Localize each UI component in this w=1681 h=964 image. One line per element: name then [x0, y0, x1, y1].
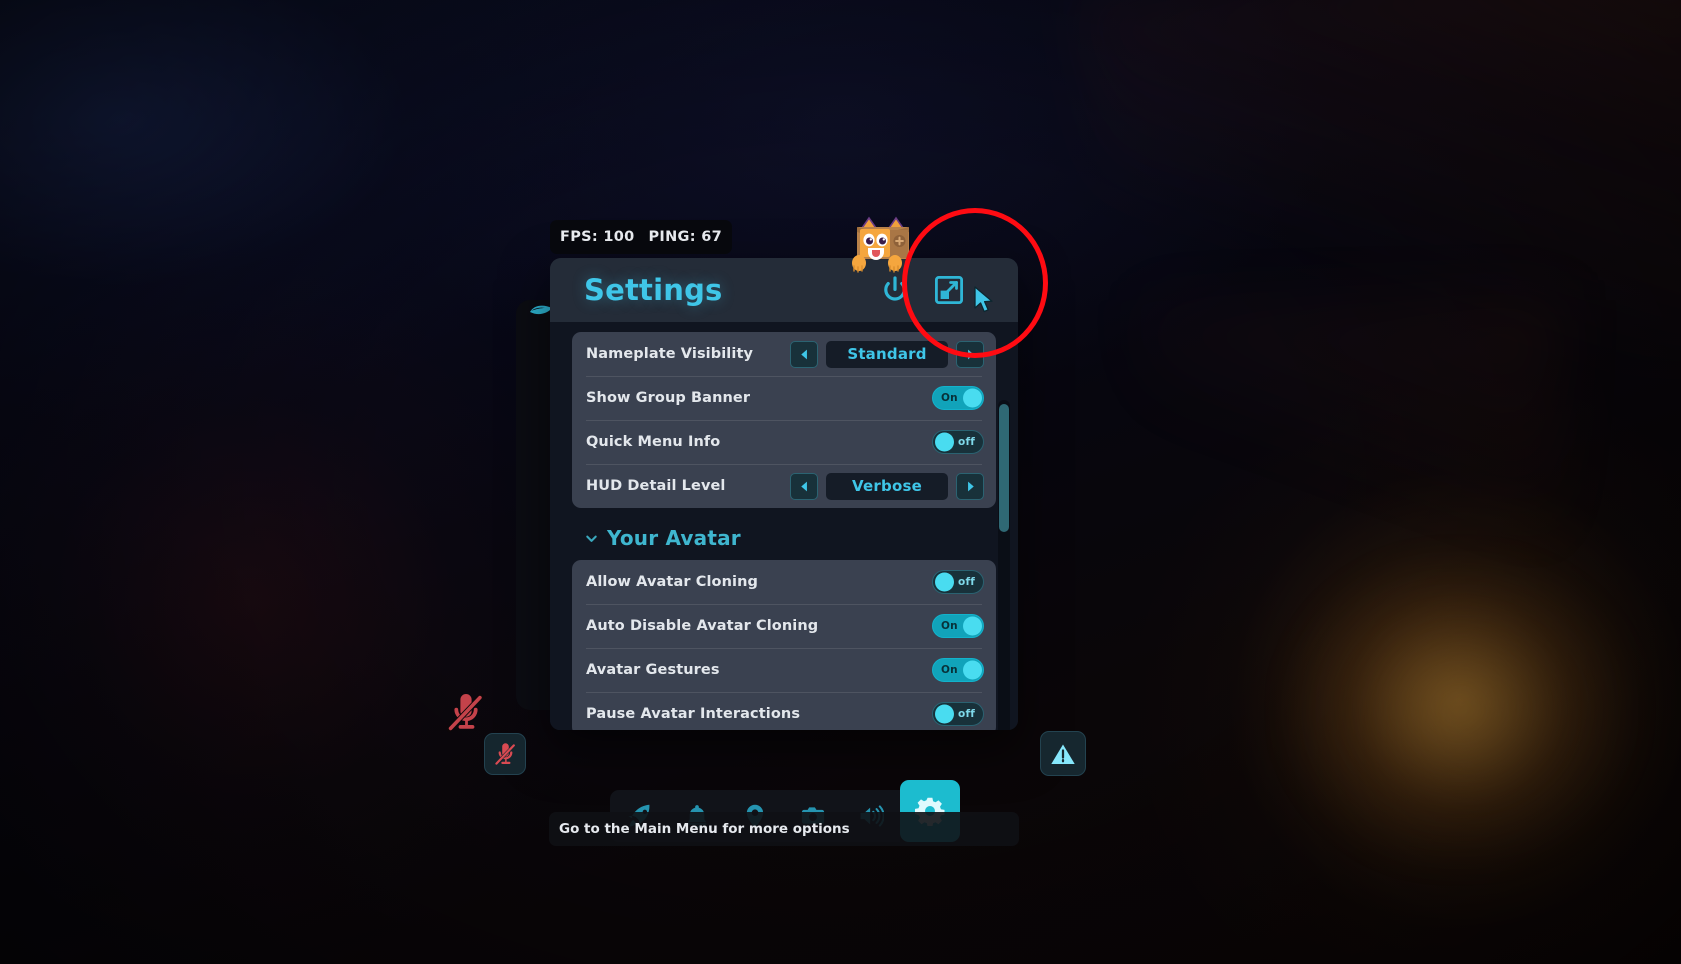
toggle-knob [934, 704, 954, 724]
setting-label: Auto Disable Avatar Cloning [586, 618, 819, 634]
warning-triangle-icon [1051, 743, 1075, 764]
section-title: Your Avatar [607, 526, 741, 550]
setting-row-auto-disable-avatar-cloning: Auto Disable Avatar Cloning On [572, 604, 996, 648]
toggle-control: off [932, 702, 984, 726]
toggle-control: off [932, 430, 984, 454]
scrollbar-thumb[interactable] [999, 404, 1009, 532]
toggle-control: On [932, 386, 984, 410]
setting-label: Nameplate Visibility [586, 346, 754, 362]
page-title: Settings [584, 273, 723, 307]
setting-row-pause-avatar-interactions: Pause Avatar Interactions off [572, 692, 996, 730]
mouse-cursor-icon [972, 285, 998, 315]
stepper-control: Verbose [790, 472, 984, 500]
toggle-quick-menu-info[interactable]: off [932, 430, 984, 454]
setting-label: HUD Detail Level [586, 478, 726, 494]
setting-row-nameplate-visibility: Nameplate Visibility Standard [572, 332, 996, 376]
toggle-control: On [932, 614, 984, 638]
setting-row-allow-avatar-cloning: Allow Avatar Cloning off [572, 560, 996, 604]
stepper-control: Standard [790, 340, 984, 368]
section-header-your-avatar[interactable]: Your Avatar [572, 518, 996, 560]
performance-hud: FPS: 100 PING: 67 [550, 220, 732, 254]
status-hint-bar: Go to the Main Menu for more options [549, 812, 1019, 846]
stepper-value[interactable]: Verbose [826, 472, 948, 500]
toggle-knob [962, 388, 982, 408]
settings-panel-body: Nameplate Visibility Standard Show Group… [550, 322, 1018, 730]
toggle-knob [934, 572, 954, 592]
toggle-state-label: On [941, 392, 958, 404]
toggle-state-label: off [958, 436, 975, 448]
setting-label: Avatar Gestures [586, 662, 720, 678]
toggle-state-label: off [958, 708, 975, 720]
toggle-knob [962, 660, 982, 680]
settings-group-general: Nameplate Visibility Standard Show Group… [572, 332, 996, 508]
power-icon[interactable] [878, 273, 912, 307]
toggle-knob [962, 616, 982, 636]
setting-row-show-group-banner: Show Group Banner On [572, 376, 996, 420]
microphone-mute-button[interactable] [484, 733, 526, 775]
stepper-prev-button[interactable] [790, 472, 818, 500]
dog-avatar-icon [849, 216, 917, 278]
chevron-down-icon [584, 531, 599, 546]
toggle-allow-avatar-cloning[interactable]: off [932, 570, 984, 594]
toggle-show-group-banner[interactable]: On [932, 386, 984, 410]
setting-row-avatar-gestures: Avatar Gestures On [572, 648, 996, 692]
stepper-prev-button[interactable] [790, 340, 818, 368]
fps-readout: FPS: 100 [560, 229, 635, 245]
toggle-state-label: On [941, 620, 958, 632]
setting-row-hud-detail-level: HUD Detail Level Verbose [572, 464, 996, 508]
stepper-value[interactable]: Standard [826, 340, 948, 368]
settings-group-your-avatar: Allow Avatar Cloning off Auto Disable Av… [572, 560, 996, 730]
toggle-pause-avatar-interactions[interactable]: off [932, 702, 984, 726]
status-hint-text: Go to the Main Menu for more options [559, 821, 850, 837]
setting-label: Pause Avatar Interactions [586, 706, 801, 722]
toggle-knob [934, 432, 954, 452]
setting-label: Show Group Banner [586, 390, 751, 406]
toggle-avatar-gestures[interactable]: On [932, 658, 984, 682]
settings-panel: Settings Nameplate Visibility Standard S… [550, 258, 1018, 730]
warning-button[interactable] [1040, 731, 1086, 776]
toggle-control: On [932, 658, 984, 682]
toggle-auto-disable-avatar-cloning[interactable]: On [932, 614, 984, 638]
stepper-next-button[interactable] [956, 472, 984, 500]
toggle-state-label: On [941, 664, 958, 676]
settings-scrollbar[interactable] [998, 400, 1010, 730]
setting-label: Allow Avatar Cloning [586, 574, 758, 590]
microphone-muted-icon [493, 742, 516, 766]
setting-row-quick-menu-info: Quick Menu Info off [572, 420, 996, 464]
toggle-state-label: off [958, 576, 975, 588]
toggle-control: off [932, 570, 984, 594]
stepper-next-button[interactable] [956, 340, 984, 368]
settings-panel-header: Settings [550, 258, 1018, 322]
expand-icon[interactable] [932, 273, 966, 307]
microphone-muted-indicator-icon [443, 690, 489, 736]
ping-readout: PING: 67 [648, 229, 722, 245]
setting-label: Quick Menu Info [586, 434, 721, 450]
